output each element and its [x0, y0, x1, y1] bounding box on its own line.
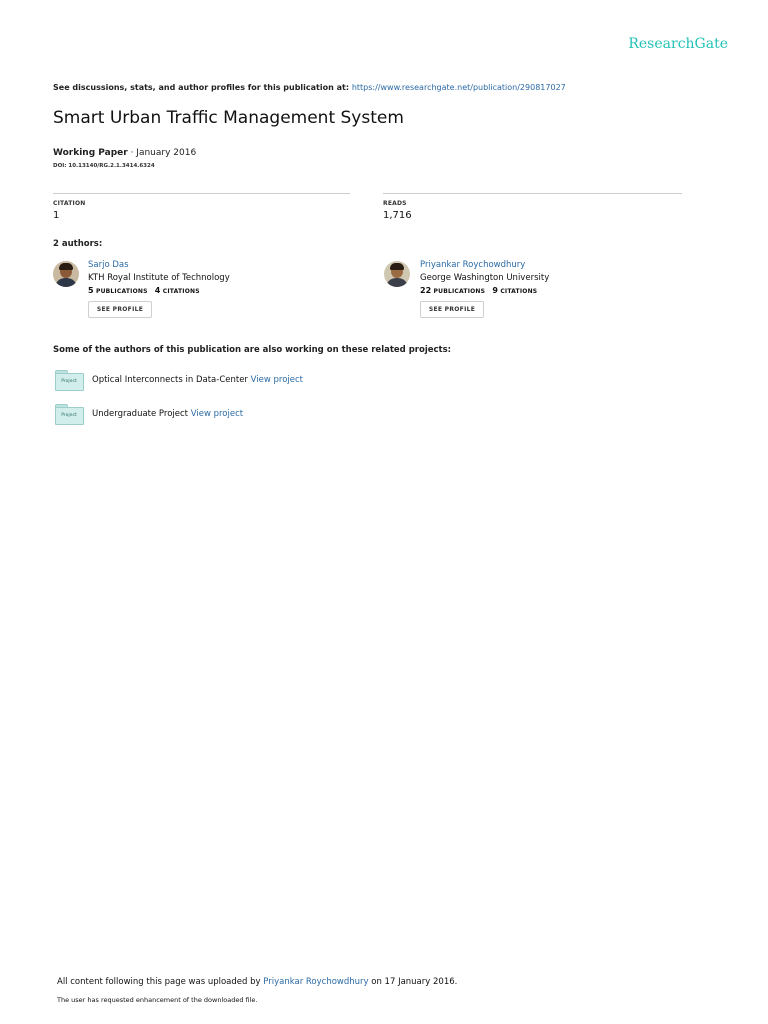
see-discussions-text: See discussions, stats, and author profi… [53, 83, 350, 92]
citation-label: CITATION [53, 200, 86, 207]
project-folder-icon: Project [54, 404, 84, 425]
avatar-author-1[interactable] [53, 261, 79, 287]
authors-heading: 2 authors: [53, 239, 103, 249]
author-publications-label: PUBLICATIONS [95, 288, 148, 295]
project-folder-icon: Project [54, 370, 84, 391]
publication-doi: DOI: 10.13140/RG.2.1.3414.6324 [53, 163, 155, 169]
author-citations-label: CITATIONS [500, 288, 538, 295]
see-discussions-line: See discussions, stats, and author profi… [53, 83, 566, 92]
author-publications-count: 22 [420, 286, 432, 295]
citation-value: 1 [53, 210, 60, 221]
avatar-author-2[interactable] [384, 261, 410, 287]
uploader-link[interactable]: Priyankar Roychowdhury [263, 977, 368, 987]
publication-date: · January 2016 [127, 148, 197, 158]
upload-note: All content following this page was uplo… [57, 977, 457, 987]
divider-citation [53, 193, 350, 194]
related-projects-heading: Some of the authors of this publication … [53, 345, 452, 355]
author-citations-label: CITATIONS [162, 288, 200, 295]
publication-type: Working Paper [53, 148, 128, 158]
author-publications-count: 5 [88, 286, 94, 295]
page-title: Smart Urban Traffic Management System [53, 108, 404, 128]
author-institution-1: KTH Royal Institute of Technology [88, 273, 230, 283]
view-project-link[interactable]: View project [251, 375, 303, 385]
related-project-1: Optical Interconnects in Data-Center Vie… [92, 375, 303, 385]
project-folder-label: Project [61, 379, 77, 384]
divider-reads [383, 193, 682, 194]
author-citations-count: 9 [492, 286, 498, 295]
reads-value: 1,716 [383, 210, 412, 221]
project-name: Undergraduate Project [92, 409, 191, 419]
publication-url-link[interactable]: https://www.researchgate.net/publication… [352, 83, 566, 92]
project-name: Optical Interconnects in Data-Center [92, 375, 251, 385]
see-profile-button-1[interactable]: SEE PROFILE [88, 301, 152, 318]
related-project-2: Undergraduate Project View project [92, 409, 243, 419]
reads-label: READS [383, 200, 407, 207]
see-profile-button-2[interactable]: SEE PROFILE [420, 301, 484, 318]
author-citations-count: 4 [154, 286, 161, 295]
author-name-2[interactable]: Priyankar Roychowdhury [420, 260, 525, 270]
author-stats-1: 5 PUBLICATIONS 4 CITATIONS [88, 286, 200, 295]
project-folder-label: Project [61, 413, 77, 418]
author-publications-label: PUBLICATIONS [433, 288, 486, 295]
researchgate-logo[interactable]: ResearchGate [628, 36, 728, 52]
enhancement-note: The user has requested enhancement of th… [57, 996, 258, 1004]
publication-meta: Working Paper · January 2016 [53, 148, 196, 158]
view-project-link[interactable]: View project [191, 409, 243, 419]
author-institution-2: George Washington University [420, 273, 550, 283]
upload-suffix: on 17 January 2016. [368, 977, 458, 987]
author-stats-2: 22 PUBLICATIONS 9 CITATIONS [420, 286, 537, 295]
author-name-1[interactable]: Sarjo Das [88, 260, 129, 270]
upload-prefix: All content following this page was uplo… [57, 977, 264, 987]
